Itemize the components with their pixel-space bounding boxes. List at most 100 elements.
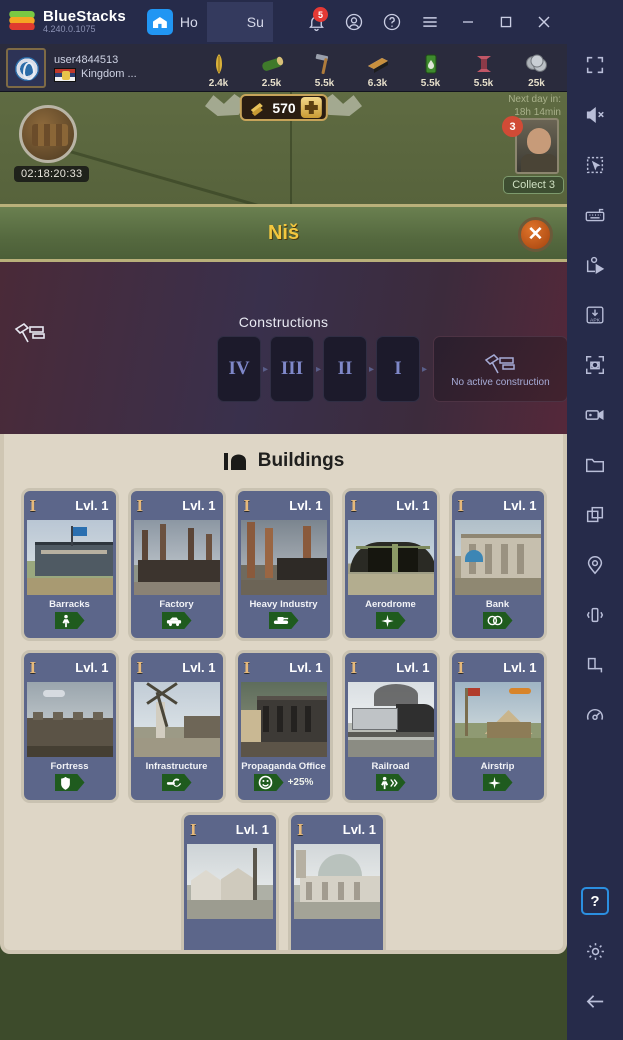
shake-icon[interactable] [567,590,623,640]
fullscreen-icon[interactable] [567,40,623,90]
oil-icon [423,51,439,77]
install-apk-icon[interactable]: APK [567,290,623,340]
tab-game[interactable]: Su [206,2,273,79]
home-icon [146,9,173,35]
app-version: 4.240.0.1075 [43,24,96,35]
close-panel-button[interactable]: ✕ [518,217,553,252]
buildings-grid: I Lvl. 1 Barracks I Lvl. 1 Factory I Lvl. 1 Heav… [4,488,563,950]
building-thumbnail [294,844,380,919]
building-thumbnail [240,682,327,757]
building-tier: I [350,495,358,515]
building-badge-row [131,612,223,633]
queue-separator: ▸ [368,363,375,375]
tools-icon [314,51,336,77]
close-icon[interactable] [525,0,563,44]
constructions-label: Constructions [238,314,329,330]
grain-icon [211,51,227,77]
screen-record-icon[interactable] [567,390,623,440]
building-card[interactable]: I Lvl. 1 Fortress [20,650,119,803]
add-gold-button[interactable] [300,97,322,118]
building-card[interactable]: I Lvl. 1 Heavy Industry [234,488,333,641]
building-card[interactable]: I Lvl. 1 Infrastructure [127,650,226,803]
building-card-header: I Lvl. 1 [24,491,116,520]
resource-grain-value: 2.4k [208,77,229,89]
resource-wood[interactable]: 2.5k [245,48,298,89]
building-badge-tank-icon [268,612,299,629]
collect-button[interactable]: Collect 3 [503,176,564,194]
help-icon[interactable]: ? [567,876,623,926]
building-thumbnail [347,520,434,595]
building-badge-infantry-icon [54,612,85,629]
maximize-icon[interactable] [487,0,525,44]
building-card[interactable]: I Lvl. 1 Railroad [341,650,440,803]
building-level: Lvl. 1 [182,660,216,675]
building-level: Lvl. 1 [75,660,109,675]
queue-slot-1[interactable]: I [376,336,420,402]
building-card[interactable]: I Lvl. 1 Bank [448,488,547,641]
building-card[interactable]: I Lvl. 1 Barracks [20,488,119,641]
building-card-header: I Lvl. 1 [24,653,116,682]
location-icon[interactable] [567,540,623,590]
building-card-header: I Lvl. 1 [238,653,330,682]
building-card-header: I Lvl. 1 [238,491,330,520]
resource-crate-icon[interactable] [19,105,77,163]
building-badge-row [291,925,383,929]
gold-bar-icon [250,102,263,116]
map-strip[interactable]: 02:18:20:33 570 Next day in: 18h 14min 3… [0,92,567,204]
resource-coal[interactable]: 6.3k [351,48,404,89]
resource-steel[interactable]: 5.5k [457,48,510,89]
building-tier: I [457,495,465,515]
active-construction-label: No active construction [451,376,550,388]
profile-avatar[interactable] [6,48,46,88]
queue-slot-3[interactable]: III [270,336,314,402]
game-viewport[interactable]: user4844513 Kingdom ... 2.4k 2.5k 5.5k 6… [0,44,567,1040]
bell-icon[interactable]: 5 [297,0,335,44]
multi-instance-icon[interactable] [567,490,623,540]
gold-counter[interactable]: 570 [239,94,328,121]
queue-slot-4[interactable]: IV [217,336,261,402]
account-info[interactable]: user4844513 Kingdom ... [54,54,137,82]
building-card[interactable]: I Lvl. 1 Factory [127,488,226,641]
media-manager-icon[interactable] [567,440,623,490]
app-name: BlueStacks [43,8,126,26]
multi-select-icon[interactable] [567,140,623,190]
resource-grain[interactable]: 2.4k [192,48,245,89]
building-card-header: I Lvl. 1 [452,491,544,520]
building-card[interactable]: I Lvl. 1 Airstrip [448,650,547,803]
keyboard-controls-icon[interactable] [567,190,623,240]
mute-icon[interactable] [567,90,623,140]
coins-icon [524,51,550,77]
resource-coins[interactable]: 25k [510,48,563,89]
back-arrow-icon[interactable] [567,976,623,1026]
rotate-icon[interactable] [567,640,623,690]
gyroscope-icon[interactable] [567,690,623,740]
titlebar-controls: 5 [297,0,563,44]
building-card[interactable]: I Lvl. 1 Aerodrome [341,488,440,641]
settings-gear-icon[interactable] [567,926,623,976]
building-card[interactable]: I Lvl. 1 [181,812,279,950]
building-level: Lvl. 1 [235,822,269,837]
queue-slot-2[interactable]: II [323,336,367,402]
building-card[interactable]: I Lvl. 1 Propaganda Office +25% [234,650,333,803]
screenshot-icon[interactable] [567,340,623,390]
building-badge-row [24,612,116,633]
menu-icon[interactable] [411,0,449,44]
resource-tools[interactable]: 5.5k [298,48,351,89]
queue-separator: ▸ [315,363,322,375]
active-construction-slot[interactable]: No active construction [433,336,567,402]
building-badge-plane-icon [375,612,406,629]
building-tier: I [243,657,251,677]
resource-oil[interactable]: 5.5k [404,48,457,89]
building-card[interactable]: I Lvl. 1 [288,812,386,950]
coal-icon [365,51,391,77]
building-thumbnail [187,844,273,919]
account-icon[interactable] [335,0,373,44]
help-icon[interactable] [373,0,411,44]
macro-recorder-icon[interactable] [567,240,623,290]
minimize-icon[interactable] [449,0,487,44]
tab-home[interactable]: Ho [140,2,207,42]
buildings-title: Buildings [257,450,345,471]
building-badge-row [345,774,437,795]
wood-icon [259,51,285,77]
building-card-header: I Lvl. 1 [131,491,223,520]
